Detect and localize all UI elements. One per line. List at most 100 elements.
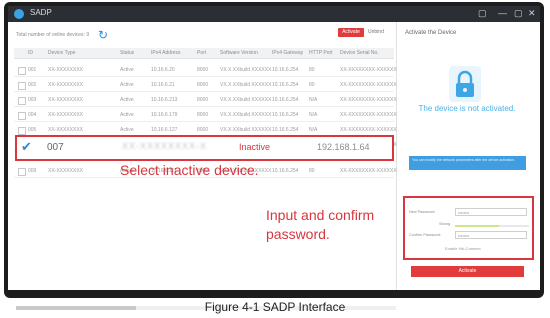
table-cell: Active [120, 67, 134, 73]
table-row[interactable]: 004 XX-XXXXXXXX Active 10.16.6.179 8000 VX.X.… [14, 109, 417, 122]
table-cell: 003 [28, 97, 37, 103]
table-cell: 001 [28, 67, 37, 73]
table-cell: VX.X.XXbuild XXXXXX [220, 127, 272, 133]
table-cell: 10.16.6.254 [272, 112, 299, 118]
table-cell: 10.16.6.127 [151, 127, 178, 133]
table-cell: 10.16.6.254 [272, 168, 299, 174]
table-cell: XX-XXXXXXXX [48, 127, 84, 133]
table-cell: 80 [309, 168, 315, 174]
toolbar: Total number of online devices: 9 ↻ Acti… [8, 22, 396, 50]
table-cell: 8000 [197, 112, 209, 118]
row-checkbox[interactable] [18, 112, 26, 120]
table-cell: 004 [28, 112, 37, 118]
table-cell: N/A [309, 97, 318, 103]
new-password-label: New Password: [409, 210, 436, 214]
new-password-input[interactable]: •••••••• [455, 208, 527, 216]
table-cell: 80 [309, 67, 315, 73]
maximize-button[interactable]: ▢ [514, 8, 523, 19]
panel-title: Activate the Device [405, 30, 457, 36]
column-header[interactable]: Software Version [220, 50, 258, 56]
info-text: You can modify the network parameters af… [412, 158, 516, 162]
strength-fill [455, 225, 500, 227]
table-cell: 8000 [197, 67, 209, 73]
not-activated-message: The device is not activated. [418, 104, 516, 113]
table-header: ID Device Type Status IPv4 Address Port … [14, 48, 394, 59]
table-cell: 8000 [197, 82, 209, 88]
info-banner: You can modify the network parameters af… [409, 156, 526, 170]
status-inactive: Inactive [239, 142, 271, 152]
row-checkbox[interactable] [18, 67, 26, 75]
table-cell: 10.16.6.254 [272, 82, 299, 88]
table-cell: VX.X.XXbuild XXXXXX [220, 82, 272, 88]
column-header[interactable]: Status [120, 50, 134, 56]
table-cell: Active [120, 127, 134, 133]
table-cell: 10.16.6.254 [272, 127, 299, 133]
table-cell: 10.16.6.254 [272, 97, 299, 103]
table-row[interactable]: 001 XX-XXXXXXXX Active 10.16.6.20 8000 VX.X.X… [14, 64, 417, 77]
table-cell: VX.X.XXbuild XXXXXX [220, 112, 272, 118]
column-header[interactable]: ID [28, 50, 33, 56]
annotation-input-password: Input and confirm password. [266, 207, 375, 242]
column-header[interactable]: IPv4 Gateway [272, 50, 303, 56]
password-strength-bar [455, 225, 529, 227]
column-header[interactable]: Port [197, 50, 206, 56]
column-header[interactable]: Device Type [48, 50, 75, 56]
table-cell: 8000 [197, 127, 209, 133]
table-cell: 002 [28, 82, 37, 88]
close-button[interactable]: ✕ [528, 8, 536, 19]
selected-inactive-row[interactable]: ✔ 007 XX-XXXXXXXX-X Inactive 192.168.1.6… [15, 135, 394, 161]
table-cell: Active [120, 112, 134, 118]
table-cell: XX-XXXXXXXX [48, 112, 84, 118]
row-checkbox[interactable] [18, 82, 26, 90]
table-cell: N/A [309, 112, 318, 118]
ip-address: 192.168.1.64 [317, 142, 370, 152]
column-header[interactable]: IPv4 Address [151, 50, 180, 56]
activate-toolbar-button[interactable]: Activate [338, 28, 364, 37]
checkbox-checked-icon[interactable]: ✔ [21, 139, 32, 155]
row-checkbox[interactable] [18, 127, 26, 135]
figure-caption: Figure 4-1 SADP Interface [204, 300, 346, 314]
annotation-select-inactive: Select inactive device. [120, 162, 259, 178]
row-id: 007 [47, 142, 64, 153]
table-cell: VX.X.XXbuild XXXXXX [220, 67, 272, 73]
table-row[interactable]: 002 XX-XXXXXXXX Active 10.16.6.21 8000 VX.X.X… [14, 79, 417, 92]
table-cell: N/A [309, 127, 318, 133]
confirm-password-label: Confirm Password: [409, 233, 442, 237]
password-form: New Password: •••••••• Strong Confirm Pa… [403, 196, 534, 260]
confirm-password-row: Confirm Password: •••••••• [409, 231, 529, 241]
table-cell: 10.16.6.21 [151, 82, 175, 88]
table-cell: XX-XXXXXXXX [48, 67, 84, 73]
column-header[interactable]: HTTP Port [309, 50, 333, 56]
row-checkbox[interactable] [18, 97, 26, 105]
app-logo-icon [14, 9, 24, 19]
table-cell: 80 [309, 82, 315, 88]
lock-icon [449, 66, 481, 102]
table-cell: 8000 [197, 97, 209, 103]
table-cell: 10.16.6.20 [151, 67, 175, 73]
column-header[interactable]: Device Serial No. [340, 50, 379, 56]
minimize-button[interactable]: — [498, 8, 507, 18]
activate-button[interactable]: Activate [411, 266, 524, 277]
table-cell: 009 [28, 168, 37, 174]
refresh-icon[interactable]: ↻ [98, 28, 108, 42]
unbind-button[interactable]: Unbind [368, 28, 390, 37]
table-cell: XX-XXXXXXXX [48, 168, 84, 174]
row-checkbox[interactable] [18, 168, 26, 176]
table-row[interactable]: 003 XX-XXXXXXXX Active 10.16.6.213 8000 VX.X.… [14, 94, 417, 107]
strength-label: Strong [439, 222, 451, 226]
settings-icon[interactable]: ▢ [478, 8, 487, 19]
table-cell: 10.16.6.254 [272, 67, 299, 73]
table-cell: XX-XXXXXXXX [48, 82, 84, 88]
device-type: XX-XXXXXXXX-X [122, 141, 208, 151]
confirm-password-input[interactable]: •••••••• [455, 231, 527, 239]
table-cell: VX.X.XXbuild XXXXXX [220, 97, 272, 103]
new-password-row: New Password: •••••••• [409, 208, 529, 218]
table-cell: Active [120, 82, 134, 88]
table-cell: Active [120, 97, 134, 103]
table-cell: XX-XXXXXXXX [48, 97, 84, 103]
device-count-label: Total number of online devices: 9 [16, 32, 90, 38]
window-title: SADP [30, 8, 52, 17]
hik-connect-option[interactable]: Enable Hik-Connect [445, 246, 481, 251]
title-bar: SADP ▢ — ▢ ✕ [8, 6, 540, 22]
table-cell: 10.16.6.213 [151, 97, 178, 103]
